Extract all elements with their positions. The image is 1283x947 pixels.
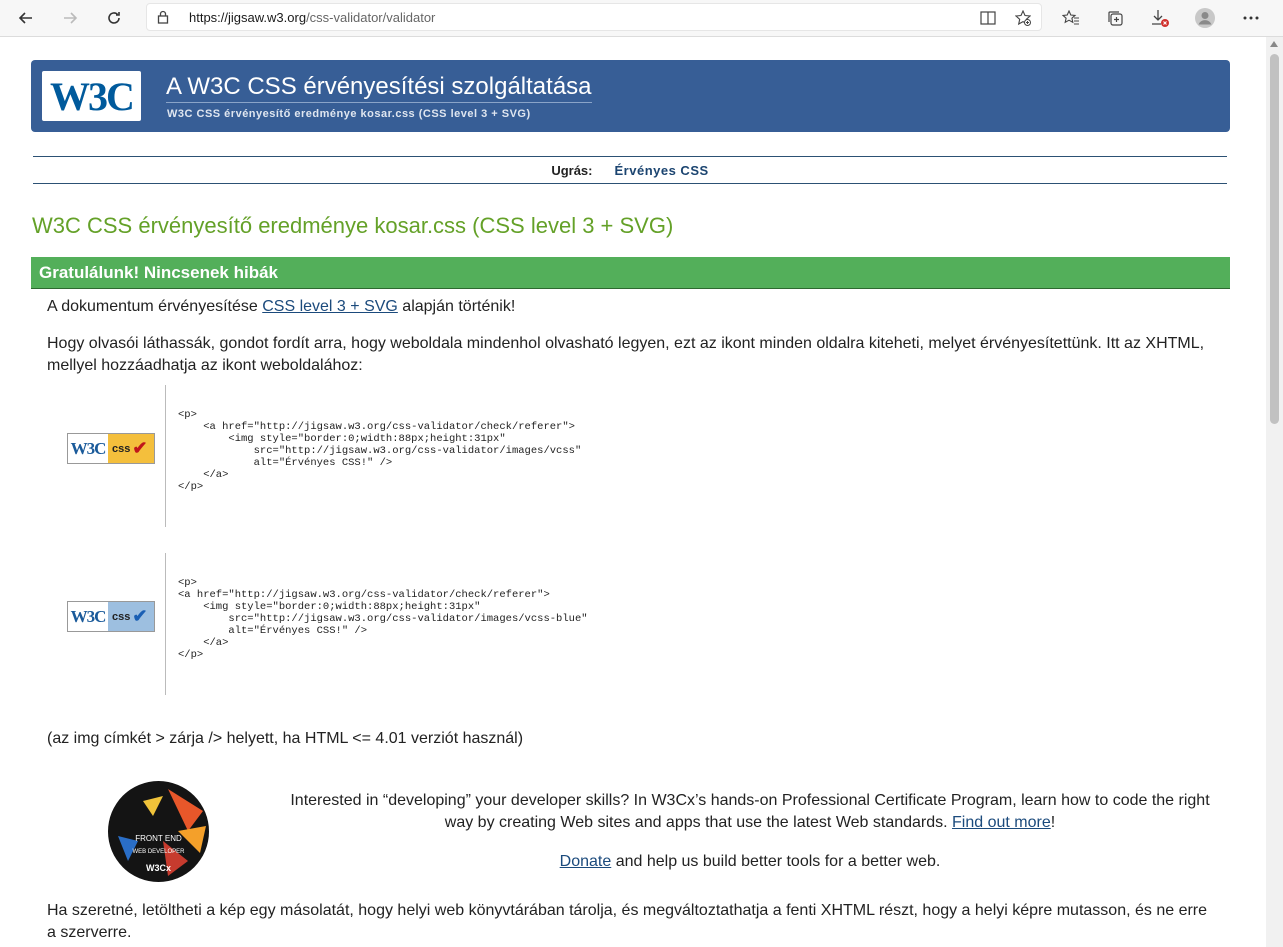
valid-css-link[interactable]: Érvényes CSS: [615, 163, 709, 178]
valid-css-badge-blue[interactable]: W3C css ✔: [67, 601, 155, 632]
w3cx-frontend-logo[interactable]: FRONT END WEB DEVELOPER W3Cx: [108, 781, 209, 882]
jump-label: Ugrás:: [551, 162, 593, 178]
reader-view-icon[interactable]: [978, 9, 998, 27]
banner-title[interactable]: A W3C CSS érvényesítési szolgáltatása: [166, 73, 592, 103]
address-bar[interactable]: https://jigsaw.w3.org/css-validator/vali…: [146, 3, 1042, 31]
promo-text: Interested in “developing” your develope…: [290, 792, 1210, 831]
css-profile-link[interactable]: CSS level 3 + SVG: [262, 298, 398, 315]
page-scrollbar[interactable]: [1266, 37, 1283, 947]
downloads-icon[interactable]: [1146, 4, 1174, 32]
check-icon: ✔: [132, 606, 148, 626]
favorites-icon[interactable]: [1057, 4, 1085, 32]
svg-text:FRONT END: FRONT END: [135, 834, 182, 843]
page-content: W3C A W3C CSS érvényesítési szolgáltatás…: [0, 37, 1263, 947]
banner-subtitle: W3C CSS érvényesítő eredménye kosar.css …: [167, 108, 531, 120]
browser-toolbar: https://jigsaw.w3.org/css-validator/vali…: [0, 0, 1283, 37]
refresh-icon[interactable]: [100, 4, 128, 32]
profile-avatar-icon[interactable]: [1191, 4, 1219, 32]
icon-instructions-text: Hogy olvasói láthassák, gondot fordít ar…: [47, 335, 1205, 374]
badge-code-snippet: <p> <a href="http://jigsaw.w3.org/css-va…: [165, 553, 588, 695]
scroll-up-icon[interactable]: [1270, 41, 1278, 47]
check-icon: ✔: [132, 438, 148, 458]
scrollbar-thumb[interactable]: [1270, 54, 1279, 424]
svg-text:WEB DEVELOPER: WEB DEVELOPER: [132, 849, 185, 855]
donate-text: Donate and help us build better tools fo…: [559, 853, 941, 870]
w3c-logo[interactable]: W3C: [42, 71, 141, 121]
svg-text:W3Cx: W3Cx: [146, 863, 171, 873]
donate-link[interactable]: Donate: [560, 853, 612, 870]
congrats-banner: Gratulálunk! Nincsenek hibák: [31, 257, 1230, 289]
download-instructions-text: Ha szeretné, letöltheti a kép egy másola…: [47, 902, 1208, 941]
url-text: https://jigsaw.w3.org/css-validator/vali…: [189, 10, 436, 25]
lock-icon: [157, 10, 169, 29]
back-icon[interactable]: [12, 4, 40, 32]
badge-code-snippet: <p> <a href="http://jigsaw.w3.org/css-va…: [165, 385, 581, 527]
jump-nav: Ugrás: Érvényes CSS: [33, 156, 1227, 184]
html-version-note: (az img címkét > zárja /> helyett, ha HT…: [47, 730, 524, 747]
collections-icon[interactable]: [1101, 4, 1129, 32]
add-favorite-icon[interactable]: [1013, 9, 1033, 27]
valid-css-badge-gold[interactable]: W3C css ✔: [67, 433, 155, 464]
more-menu-icon[interactable]: [1237, 4, 1265, 32]
forward-icon[interactable]: [56, 4, 84, 32]
header-banner: W3C A W3C CSS érvényesítési szolgáltatás…: [31, 60, 1230, 132]
find-out-more-link[interactable]: Find out more: [952, 814, 1051, 831]
results-heading: W3C CSS érvényesítő eredménye kosar.css …: [32, 213, 674, 238]
validation-profile-text: A dokumentum érvényesítése CSS level 3 +…: [47, 298, 516, 315]
